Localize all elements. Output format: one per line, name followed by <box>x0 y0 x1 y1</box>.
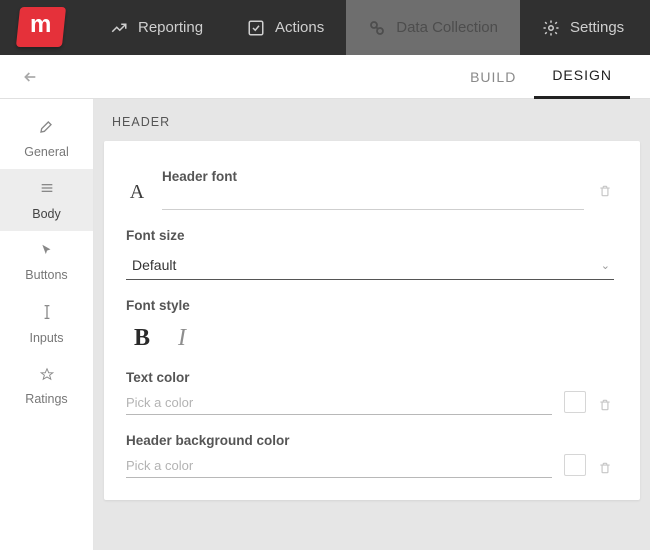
text-color-swatch[interactable] <box>564 391 586 413</box>
back-button[interactable] <box>16 63 44 91</box>
font-size-value: Default <box>132 257 176 273</box>
text-cursor-icon <box>41 304 53 325</box>
app-logo-letter: m <box>30 11 51 39</box>
checkbox-icon <box>247 19 265 37</box>
field-font-size: Font size Default ⌄ <box>126 228 614 280</box>
text-color-input[interactable]: Pick a color <box>126 393 552 415</box>
clear-header-font-button[interactable] <box>598 183 614 201</box>
bg-color-swatch[interactable] <box>564 454 586 476</box>
sidebar-item-ratings[interactable]: Ratings <box>0 355 93 417</box>
header-settings-card: A Header font Font size Default ⌄ <box>104 141 640 500</box>
header-font-label: Header font <box>162 169 584 184</box>
italic-toggle[interactable]: I <box>178 325 186 352</box>
field-text-color: Text color Pick a color <box>126 370 614 415</box>
arrow-left-icon <box>22 69 38 85</box>
chart-line-icon <box>110 19 128 37</box>
nav-actions[interactable]: Actions <box>225 0 346 55</box>
star-icon <box>40 367 54 386</box>
sidebar-item-body[interactable]: Body <box>0 169 93 231</box>
font-size-label: Font size <box>126 228 614 243</box>
gear-icon <box>542 19 560 37</box>
nav-settings[interactable]: Settings <box>520 0 646 55</box>
text-color-label: Text color <box>126 370 552 385</box>
main-layout: General Body Buttons Inputs Ratings <box>0 99 650 550</box>
trash-icon <box>598 460 612 476</box>
nav-label: Data Collection <box>396 19 498 36</box>
header-font-input[interactable] <box>162 192 584 210</box>
sidebar-item-label: General <box>24 145 68 159</box>
clear-bg-color-button[interactable] <box>598 460 614 478</box>
tab-build[interactable]: BUILD <box>452 55 534 99</box>
top-nav: m Reporting Actions Data Collection Sett… <box>0 0 650 55</box>
sidebar-item-label: Inputs <box>29 331 63 345</box>
trash-icon <box>598 183 612 199</box>
section-title: HEADER <box>104 99 640 141</box>
font-size-select[interactable]: Default ⌄ <box>126 251 614 280</box>
app-logo[interactable]: m <box>16 7 66 47</box>
clear-text-color-button[interactable] <box>598 397 614 415</box>
sidebar-item-general[interactable]: General <box>0 107 93 169</box>
sidebar-item-inputs[interactable]: Inputs <box>0 293 93 355</box>
nav-reporting[interactable]: Reporting <box>88 0 225 55</box>
lines-icon <box>39 180 55 201</box>
sidebar-item-buttons[interactable]: Buttons <box>0 231 93 293</box>
font-sample-icon: A <box>126 181 148 204</box>
tab-label: BUILD <box>470 69 516 85</box>
nav-data-collection[interactable]: Data Collection <box>346 0 520 55</box>
trash-icon <box>598 397 612 413</box>
tab-design[interactable]: DESIGN <box>534 55 630 99</box>
cursor-icon <box>40 243 54 262</box>
sidebar-item-label: Buttons <box>25 268 67 282</box>
nav-label: Reporting <box>138 19 203 36</box>
field-header-font: A Header font <box>126 169 614 210</box>
nav-label: Settings <box>570 19 624 36</box>
font-style-label: Font style <box>126 298 614 313</box>
left-sidebar: General Body Buttons Inputs Ratings <box>0 99 94 550</box>
bold-toggle[interactable]: B <box>134 325 150 352</box>
sidebar-item-label: Body <box>32 207 61 221</box>
field-bg-color: Header background color Pick a color <box>126 433 614 478</box>
link-icon <box>368 19 386 37</box>
nav-label: Actions <box>275 19 324 36</box>
sub-bar: BUILD DESIGN <box>0 55 650 99</box>
field-font-style: Font style B I <box>126 298 614 352</box>
tab-label: DESIGN <box>552 67 612 83</box>
bg-color-label: Header background color <box>126 433 552 448</box>
chevron-down-icon: ⌄ <box>601 259 610 272</box>
bg-color-input[interactable]: Pick a color <box>126 456 552 478</box>
content-area: HEADER A Header font Font size Default ⌄ <box>94 99 650 550</box>
sidebar-item-label: Ratings <box>25 392 67 406</box>
brush-icon <box>39 118 55 139</box>
